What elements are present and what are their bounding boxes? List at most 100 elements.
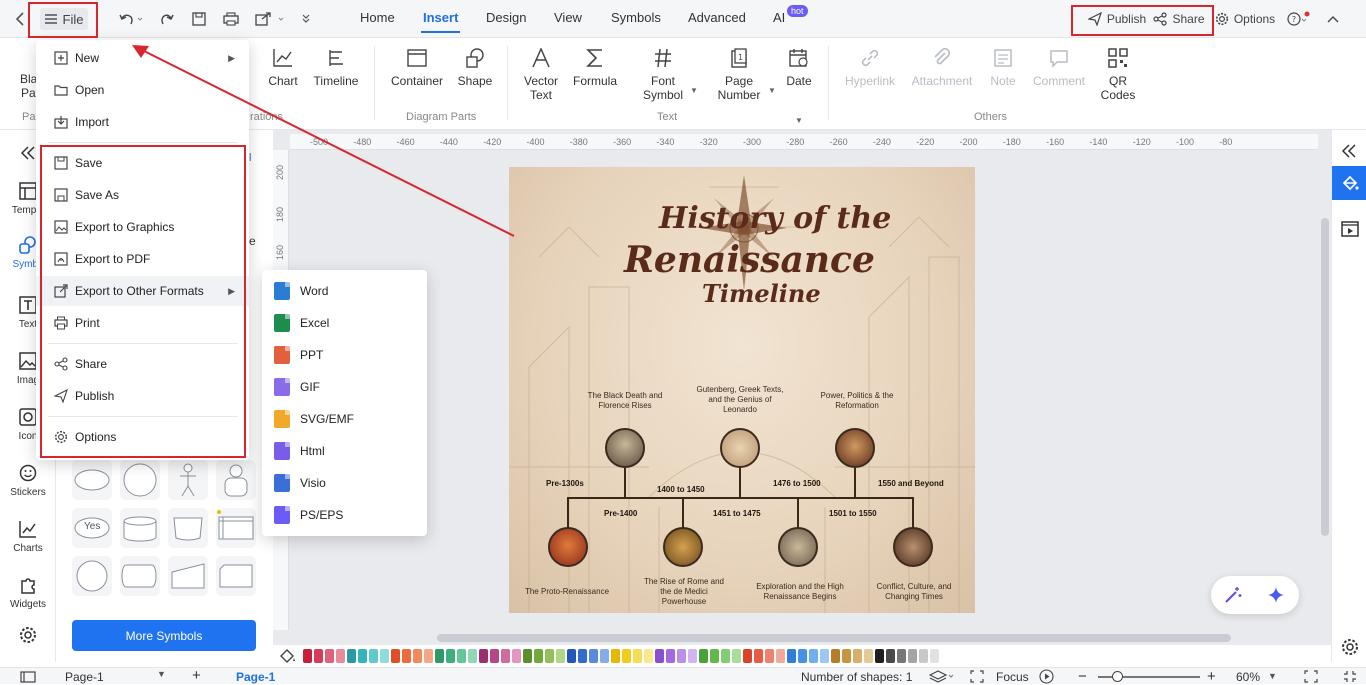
color-swatch[interactable] (743, 649, 752, 663)
menu-item-import[interactable]: Import (36, 107, 249, 137)
zoom-level[interactable]: 60% (1236, 670, 1260, 684)
tab-design[interactable]: Design (486, 10, 526, 25)
export-visio[interactable]: Visio (262, 467, 427, 499)
container-button[interactable]: Container (388, 46, 446, 88)
chevron-down-icon[interactable]: ▼ (795, 116, 803, 125)
color-swatch[interactable] (655, 649, 664, 663)
note-button[interactable]: Note (986, 46, 1020, 88)
color-swatch[interactable] (864, 649, 873, 663)
shape-wave[interactable] (168, 508, 208, 548)
color-swatch[interactable] (699, 649, 708, 663)
shape-circle-2[interactable] (72, 556, 112, 596)
more-symbols-button[interactable]: More Symbols (72, 620, 256, 651)
color-swatch[interactable] (666, 649, 675, 663)
color-swatch[interactable] (391, 649, 400, 663)
export-word[interactable]: Word (262, 275, 427, 307)
presentation-button[interactable] (1341, 220, 1359, 238)
color-swatch[interactable] (754, 649, 763, 663)
exit-fullscreen-icon[interactable] (1343, 670, 1357, 683)
shape-button[interactable]: Shape (455, 46, 495, 88)
shape-horizontal-cylinder[interactable] (120, 556, 160, 596)
vector-text-button[interactable]: Vector Text (520, 46, 562, 102)
save-toolbar-button[interactable] (190, 8, 208, 30)
color-swatch[interactable] (853, 649, 862, 663)
tab-insert[interactable]: Insert (420, 10, 461, 33)
shape-actor[interactable] (168, 460, 208, 500)
color-swatch[interactable] (765, 649, 774, 663)
redo-button[interactable] (158, 8, 176, 30)
fit-page-icon[interactable] (970, 670, 984, 683)
color-swatch[interactable] (776, 649, 785, 663)
vertical-scrollbar[interactable] (1321, 218, 1329, 536)
color-swatch[interactable] (809, 649, 818, 663)
chevron-down-icon[interactable]: ▼ (690, 86, 698, 95)
color-swatch[interactable] (413, 649, 422, 663)
tab-view[interactable]: View (554, 10, 582, 25)
export-toolbar-button[interactable] (254, 8, 286, 30)
shape-card[interactable] (216, 556, 256, 596)
tab-symbols[interactable]: Symbols (611, 10, 661, 25)
export-gif[interactable]: GIF (262, 371, 427, 403)
help-button[interactable]: ? (1286, 8, 1312, 30)
color-swatch[interactable] (314, 649, 323, 663)
tab-home[interactable]: Home (360, 10, 395, 25)
color-swatch[interactable] (644, 649, 653, 663)
color-swatch[interactable] (622, 649, 631, 663)
focus-mode-button[interactable]: Focus (996, 670, 1029, 684)
color-swatch[interactable] (303, 649, 312, 663)
settings-button[interactable] (1341, 638, 1359, 656)
export-html[interactable]: Html (262, 435, 427, 467)
color-swatch[interactable] (611, 649, 620, 663)
color-swatch[interactable] (897, 649, 906, 663)
color-swatch[interactable] (787, 649, 796, 663)
document-page[interactable]: History of the Renaissance Timeline The … (509, 167, 975, 613)
expand-right-panel-button[interactable] (1341, 144, 1357, 158)
zoom-in-button[interactable]: + (1207, 668, 1216, 685)
shape-person[interactable] (216, 460, 256, 500)
color-swatch[interactable] (523, 649, 532, 663)
back-icon[interactable] (10, 8, 30, 30)
hyperlink-button[interactable]: Hyperlink (842, 46, 898, 88)
page-number-button[interactable]: 1 Page Number (714, 46, 764, 102)
color-swatch[interactable] (820, 649, 829, 663)
color-swatch[interactable] (358, 649, 367, 663)
chevron-down-icon[interactable]: ▼ (157, 669, 166, 679)
shape-ellipse[interactable] (72, 460, 112, 500)
zoom-out-button[interactable]: − (1078, 668, 1087, 685)
color-swatch[interactable] (919, 649, 928, 663)
qr-codes-button[interactable]: QR Codes (1099, 46, 1137, 102)
color-swatch[interactable] (831, 649, 840, 663)
print-toolbar-button[interactable] (221, 8, 241, 30)
rail-widgets[interactable]: Widgets (0, 574, 56, 610)
shape-internal-storage[interactable] (216, 508, 256, 548)
color-swatch[interactable] (490, 649, 499, 663)
color-swatch[interactable] (512, 649, 521, 663)
shape-circle[interactable] (120, 460, 160, 500)
formula-button[interactable]: Formula (572, 46, 618, 88)
color-swatch[interactable] (424, 649, 433, 663)
layers-icon[interactable] (929, 670, 955, 683)
rail-charts[interactable]: Charts (0, 518, 56, 554)
menu-item-open[interactable]: Open (36, 75, 249, 105)
export-ppt[interactable]: PPT (262, 339, 427, 371)
shape-cylinder[interactable] (120, 508, 160, 548)
color-swatch[interactable] (369, 649, 378, 663)
color-swatch[interactable] (842, 649, 851, 663)
tab-advanced[interactable]: Advanced (688, 10, 746, 25)
options-button[interactable]: Options (1213, 8, 1277, 30)
fullscreen-icon[interactable] (1304, 670, 1318, 683)
chevron-down-icon[interactable]: ▼ (1268, 671, 1277, 681)
color-swatch[interactable] (446, 649, 455, 663)
color-swatch[interactable] (380, 649, 389, 663)
color-swatch[interactable] (930, 649, 939, 663)
color-swatch[interactable] (479, 649, 488, 663)
tab-ai[interactable]: AI (773, 10, 785, 25)
timeline-button[interactable]: Timeline (309, 46, 363, 88)
fill-bucket-icon[interactable] (273, 648, 303, 664)
color-swatch[interactable] (347, 649, 356, 663)
ai-magic-wand-icon[interactable] (1223, 585, 1243, 605)
color-swatch[interactable] (435, 649, 444, 663)
color-swatch[interactable] (567, 649, 576, 663)
shape-decision-yes[interactable]: Yes (72, 508, 112, 548)
rail-settings[interactable] (0, 626, 56, 644)
